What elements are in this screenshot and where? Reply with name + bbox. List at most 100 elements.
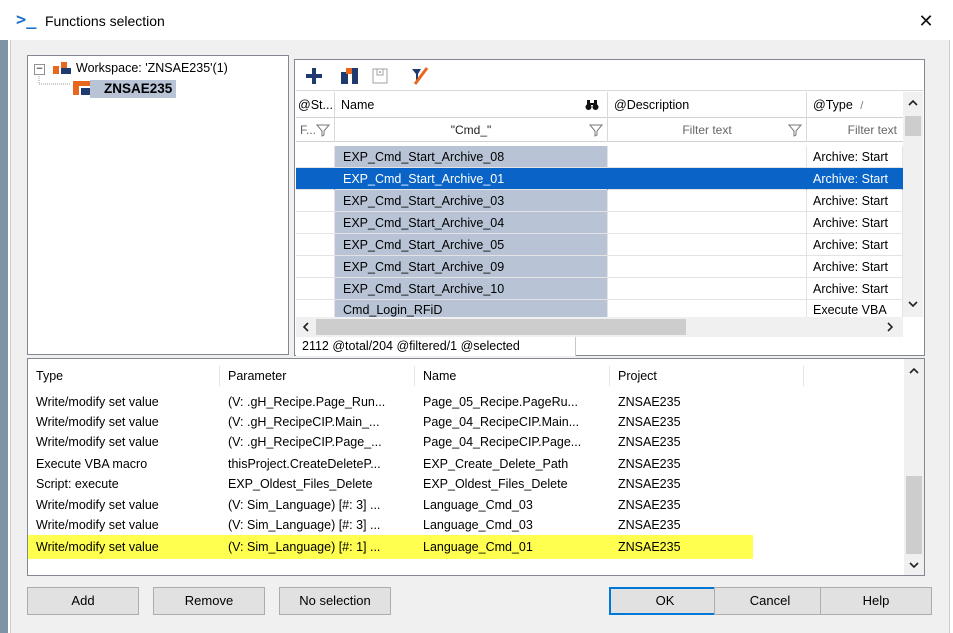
filter-type[interactable]: Filter text bbox=[807, 118, 903, 142]
column-header-name-label: Name bbox=[341, 98, 375, 112]
binoculars-icon bbox=[585, 100, 599, 110]
list-cell-type: Write/modify set value bbox=[36, 540, 159, 554]
filter-status-text: F... bbox=[300, 123, 317, 137]
list-cell-parameter: EXP_Oldest_Files_Delete bbox=[228, 477, 373, 491]
list-item[interactable]: Write/modify set value (V: .gH_RecipeCIP… bbox=[28, 412, 904, 432]
add-button[interactable]: Add bbox=[27, 587, 139, 615]
row-type-cell: Archive: Start bbox=[807, 168, 903, 190]
list-item[interactable]: Write/modify set value (V: .gH_Recipe.Pa… bbox=[28, 392, 904, 412]
filter-icon bbox=[788, 124, 802, 137]
filter-description-text: Filter text bbox=[682, 123, 732, 137]
add-function-button[interactable] bbox=[302, 64, 326, 88]
scroll-down-icon[interactable] bbox=[908, 300, 918, 308]
row-type-cell: Archive: Start bbox=[807, 190, 903, 212]
close-button[interactable]: ✕ bbox=[912, 8, 940, 34]
row-status-cell bbox=[296, 168, 335, 190]
row-name-cell: EXP_Cmd_Start_Archive_08 bbox=[335, 146, 608, 168]
table-row[interactable]: EXP_Cmd_Start_Archive_04 Archive: Start bbox=[296, 212, 903, 234]
scroll-up-icon[interactable] bbox=[908, 99, 918, 107]
list-item[interactable]: Write/modify set value (V: Sim_Language)… bbox=[28, 515, 904, 535]
list-item[interactable]: Script: execute EXP_Oldest_Files_Delete … bbox=[28, 474, 904, 494]
expand-icon bbox=[372, 68, 388, 84]
row-description-cell bbox=[608, 278, 807, 300]
row-name-cell: EXP_Cmd_Start_Archive_03 bbox=[335, 190, 608, 212]
ok-button[interactable]: OK bbox=[609, 587, 721, 615]
tree-item-project[interactable]: ZNSAE235 bbox=[90, 80, 177, 98]
remove-button[interactable]: Remove bbox=[153, 587, 265, 615]
scroll-up-icon[interactable] bbox=[909, 367, 919, 375]
row-status-cell bbox=[296, 234, 335, 256]
list-cell-type: Write/modify set value bbox=[36, 518, 159, 532]
dialog-title: Functions selection bbox=[45, 13, 165, 29]
list-header-type[interactable]: Type bbox=[28, 366, 220, 386]
filter-name-text: "Cmd_" bbox=[450, 123, 492, 137]
open-function-button[interactable] bbox=[338, 64, 362, 88]
cancel-button[interactable]: Cancel bbox=[714, 587, 826, 615]
row-description-cell bbox=[608, 168, 807, 190]
table-row[interactable]: Cmd_Login_RFiD Execute VBA bbox=[296, 300, 903, 317]
scroll-thumb[interactable] bbox=[316, 319, 686, 335]
list-cell-type: Write/modify set value bbox=[36, 395, 159, 409]
table-row[interactable]: EXP_Cmd_Start_Archive_05 Archive: Start bbox=[296, 234, 903, 256]
help-button[interactable]: Help bbox=[820, 587, 932, 615]
table-row[interactable]: EXP_Cmd_Start_Archive_08 Archive: Start bbox=[296, 146, 903, 168]
filter-status[interactable]: F... bbox=[296, 118, 335, 142]
list-cell-name: Page_04_RecipeCIP.Main... bbox=[423, 415, 580, 429]
list-header-project[interactable]: Project bbox=[610, 366, 804, 386]
grid-status-bar: 2112 @total/204 @filtered/1 @selected bbox=[296, 337, 576, 356]
filter-icon bbox=[316, 124, 330, 137]
column-header-status[interactable]: @St... bbox=[296, 92, 335, 118]
column-header-type[interactable]: @Type / bbox=[807, 92, 903, 118]
no-selection-button[interactable]: No selection bbox=[279, 587, 391, 615]
row-description-cell bbox=[608, 190, 807, 212]
table-row[interactable]: EXP_Cmd_Start_Archive_03 Archive: Start bbox=[296, 190, 903, 212]
row-type-cell: Execute VBA bbox=[807, 300, 903, 317]
list-cell-type: Write/modify set value bbox=[36, 415, 159, 429]
workspace-tree[interactable]: − Workspace: 'ZNSAE235'(1) ZNSAE235 bbox=[27, 55, 289, 355]
table-row-selected[interactable]: EXP_Cmd_Start_Archive_01 Archive: Start bbox=[296, 168, 903, 190]
table-row[interactable]: EXP_Cmd_Start_Archive_09 Archive: Start bbox=[296, 256, 903, 278]
list-header-name[interactable]: Name bbox=[415, 366, 610, 386]
scroll-left-icon[interactable] bbox=[302, 322, 310, 332]
expand-button[interactable] bbox=[368, 64, 392, 88]
grid-header: @St... Name @Description @Type / bbox=[296, 92, 903, 118]
filter-icon bbox=[589, 124, 603, 137]
table-row[interactable]: EXP_Cmd_Start_Archive_10 Archive: Start bbox=[296, 278, 903, 300]
sort-indicator-icon: / bbox=[860, 100, 864, 112]
list-cell-name: Language_Cmd_03 bbox=[423, 498, 533, 512]
tree-item-workspace[interactable]: Workspace: 'ZNSAE235'(1) bbox=[76, 60, 228, 76]
filter-name[interactable]: "Cmd_" bbox=[335, 118, 608, 142]
list-item[interactable]: Write/modify set value (V: Sim_Language)… bbox=[28, 495, 904, 515]
row-name-cell: EXP_Cmd_Start_Archive_09 bbox=[335, 256, 608, 278]
grid-horizontal-scrollbar[interactable] bbox=[296, 317, 903, 337]
list-cell-project: ZNSAE235 bbox=[618, 477, 681, 491]
list-cell-project: ZNSAE235 bbox=[618, 395, 681, 409]
list-cell-name: Page_04_RecipeCIP.Page... bbox=[423, 435, 582, 449]
column-header-name[interactable]: Name bbox=[335, 92, 608, 118]
list-item[interactable]: Execute VBA macro thisProject.CreateDele… bbox=[28, 454, 904, 474]
column-header-description[interactable]: @Description bbox=[608, 92, 807, 118]
list-cell-parameter: (V: .gH_Recipe.Page_Run... bbox=[228, 395, 386, 409]
scroll-thumb[interactable] bbox=[906, 476, 922, 554]
list-item-highlighted[interactable]: Write/modify set value (V: Sim_Language)… bbox=[28, 537, 904, 557]
row-name-cell: EXP_Cmd_Start_Archive_10 bbox=[335, 278, 608, 300]
scroll-thumb[interactable] bbox=[905, 116, 921, 136]
list-cell-project: ZNSAE235 bbox=[618, 540, 681, 554]
scroll-right-icon[interactable] bbox=[886, 322, 894, 332]
list-cell-type: Write/modify set value bbox=[36, 435, 159, 449]
row-status-cell bbox=[296, 212, 335, 234]
row-description-cell bbox=[608, 212, 807, 234]
row-type-cell: Archive: Start bbox=[807, 278, 903, 300]
row-status-cell bbox=[296, 278, 335, 300]
filter-description[interactable]: Filter text bbox=[608, 118, 807, 142]
grid-vertical-scrollbar[interactable] bbox=[903, 92, 923, 317]
remove-filter-button[interactable] bbox=[408, 64, 432, 88]
list-vertical-scrollbar[interactable] bbox=[904, 359, 924, 575]
list-header-parameter[interactable]: Parameter bbox=[220, 366, 415, 386]
list-cell-name: Language_Cmd_03 bbox=[423, 518, 533, 532]
row-status-cell bbox=[296, 256, 335, 278]
row-name-cell: EXP_Cmd_Start_Archive_01 bbox=[335, 168, 608, 190]
row-status-cell bbox=[296, 300, 335, 317]
list-item[interactable]: Write/modify set value (V: .gH_RecipeCIP… bbox=[28, 432, 904, 452]
scroll-down-icon[interactable] bbox=[909, 561, 919, 569]
